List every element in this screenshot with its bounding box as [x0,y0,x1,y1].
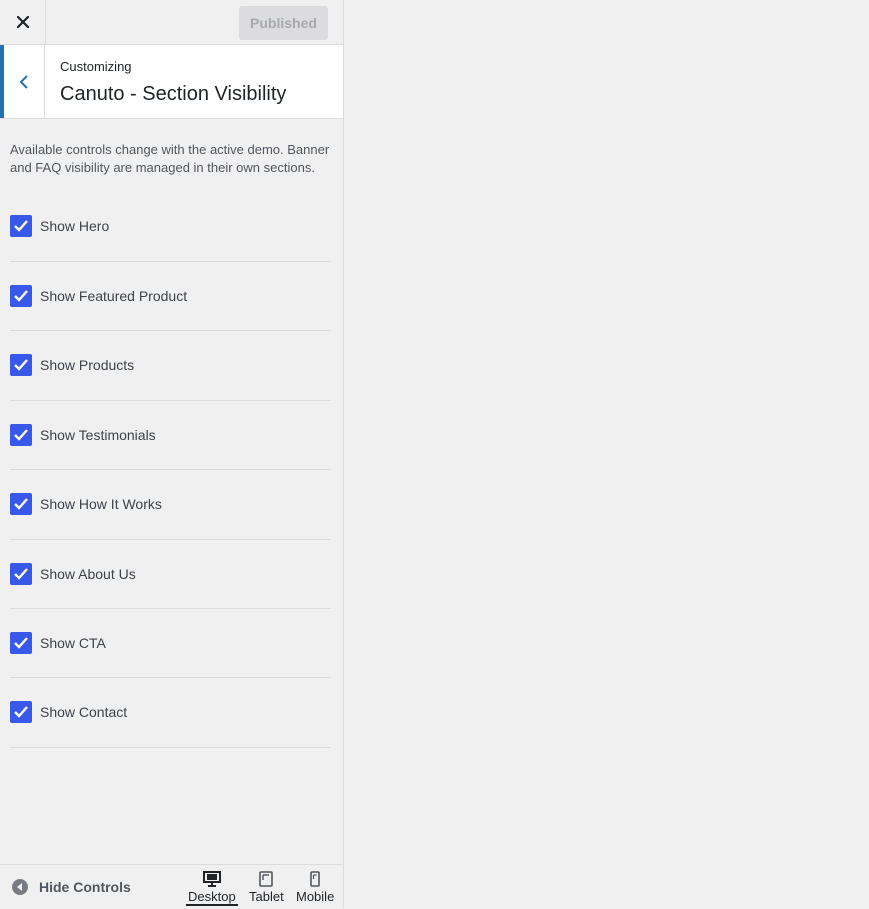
collapse-arrow-icon [12,879,28,895]
control-show-contact: Show Contact [10,700,331,724]
desktop-icon [202,871,221,887]
device-desktop-label: Desktop [186,889,238,906]
divider [10,608,331,609]
checkmark-icon [14,359,28,371]
breadcrumb: Customizing [60,59,132,74]
control-show-about-us: Show About Us [10,562,331,586]
tablet-icon [259,871,274,887]
show-featured-product-label[interactable]: Show Featured Product [40,288,187,304]
divider [10,469,331,470]
divider [10,400,331,401]
show-how-it-works-checkbox[interactable] [10,493,32,515]
divider [10,539,331,540]
preview-area [344,0,869,908]
page-title: Canuto - Section Visibility [60,83,287,105]
show-hero-label[interactable]: Show Hero [40,218,109,234]
show-featured-product-checkbox[interactable] [10,285,32,307]
show-about-us-checkbox[interactable] [10,563,32,585]
device-tablet-button[interactable]: Tablet [249,871,284,904]
control-show-testimonials: Show Testimonials [10,423,331,447]
show-contact-checkbox[interactable] [10,701,32,723]
device-desktop-button[interactable]: Desktop [186,871,238,906]
show-about-us-label[interactable]: Show About Us [40,566,136,582]
control-show-featured-product: Show Featured Product [10,284,331,308]
checkmark-icon [14,637,28,649]
show-hero-checkbox[interactable] [10,215,32,237]
show-products-label[interactable]: Show Products [40,357,134,373]
device-mobile-button[interactable]: Mobile [296,871,334,904]
customizer-footer: Hide Controls Desktop Tablet Mobile [0,864,343,909]
checkmark-icon [14,220,28,232]
show-testimonials-checkbox[interactable] [10,424,32,446]
show-testimonials-label[interactable]: Show Testimonials [40,427,156,443]
checkmark-icon [14,498,28,510]
hide-controls-button[interactable]: Hide Controls [12,879,131,895]
checkmark-icon [14,290,28,302]
section-description: Available controls change with the activ… [10,142,330,175]
show-products-checkbox[interactable] [10,354,32,376]
close-icon [16,16,29,28]
checkmark-icon [14,706,28,718]
show-cta-label[interactable]: Show CTA [40,635,106,651]
show-cta-checkbox[interactable] [10,632,32,654]
device-mobile-label: Mobile [296,889,335,904]
divider [10,261,331,262]
mobile-icon [310,871,320,887]
chevron-left-icon [19,74,28,89]
divider [10,677,331,678]
section-header: Customizing Canuto - Section Visibility [0,45,343,119]
customizer-header: Published [0,0,343,45]
control-show-products: Show Products [10,353,331,377]
show-how-it-works-label[interactable]: Show How It Works [40,496,162,512]
divider [10,330,331,331]
control-show-cta: Show CTA [10,631,331,655]
checkmark-icon [14,429,28,441]
customizer-sidebar: Published Customizing Canuto - Section V… [0,0,344,909]
control-show-how-it-works: Show How It Works [10,492,331,516]
checkmark-icon [14,568,28,580]
back-button[interactable] [0,45,45,118]
divider [10,747,331,748]
hide-controls-label: Hide Controls [39,879,131,895]
control-show-hero: Show Hero [10,214,331,238]
published-button[interactable]: Published [239,6,328,40]
close-customizer-button[interactable] [0,0,46,44]
show-contact-label[interactable]: Show Contact [40,704,127,720]
device-tablet-label: Tablet [249,889,284,904]
